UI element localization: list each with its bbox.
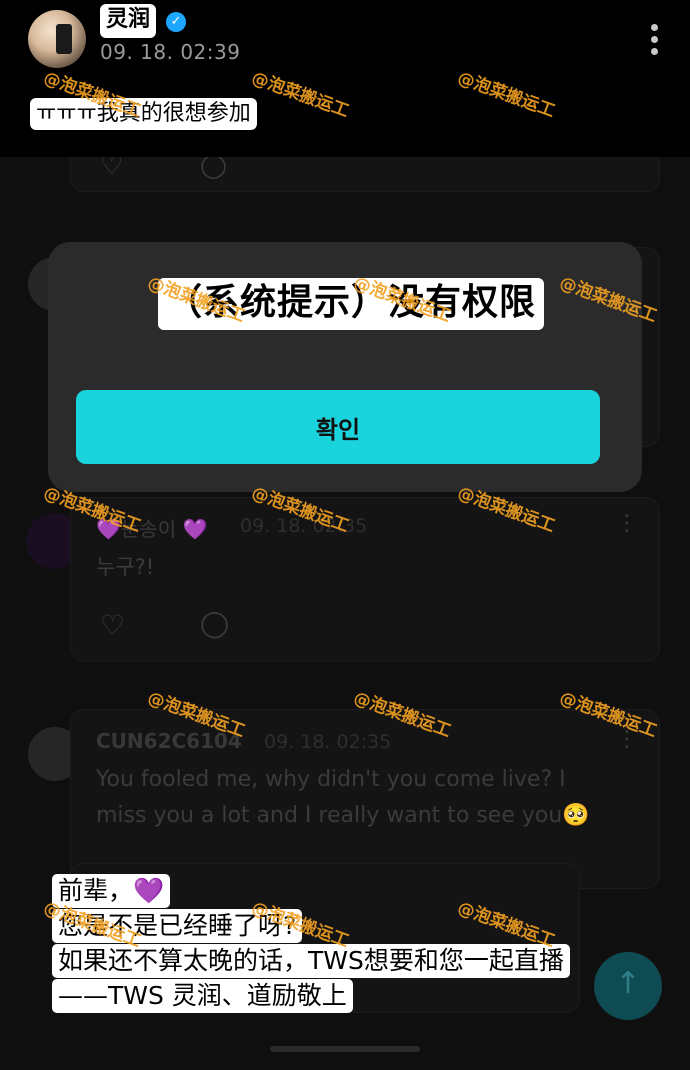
heart-icon[interactable]: ♡ — [100, 609, 125, 642]
author-avatar[interactable] — [28, 10, 86, 68]
comment-date: 09. 18. 02:35 — [264, 731, 392, 753]
comment-text-line2: miss you a lot and I really want to see … — [96, 803, 590, 828]
scroll-top-button[interactable]: ↑ — [594, 952, 662, 1020]
post-date: 09. 18. 02:39 — [100, 40, 241, 64]
permission-dialog: （系统提示）没有权限 확인 — [48, 242, 642, 492]
author-name[interactable]: 灵润 — [100, 4, 157, 38]
comment-text-line1: You fooled me, why didn't you come live?… — [96, 767, 566, 792]
verified-badge-icon — [166, 12, 186, 32]
more-vertical-icon[interactable] — [646, 24, 662, 62]
post-header: 灵润 09. 18. 02:39 ㅠㅠㅠ我真的很想参加 — [0, 0, 690, 157]
heart-emoji: 💜 — [133, 876, 165, 905]
caption-line-4: ——TWS 灵润、道励敬上 — [52, 979, 353, 1013]
more-vertical-icon[interactable]: ⋮ — [616, 511, 638, 536]
comment-icon[interactable]: ◯ — [200, 609, 229, 639]
comment-text: 누구?! — [96, 555, 155, 579]
arrow-up-icon: ↑ — [615, 966, 641, 1001]
home-indicator — [270, 1046, 420, 1052]
confirm-button[interactable]: 확인 — [76, 390, 600, 464]
